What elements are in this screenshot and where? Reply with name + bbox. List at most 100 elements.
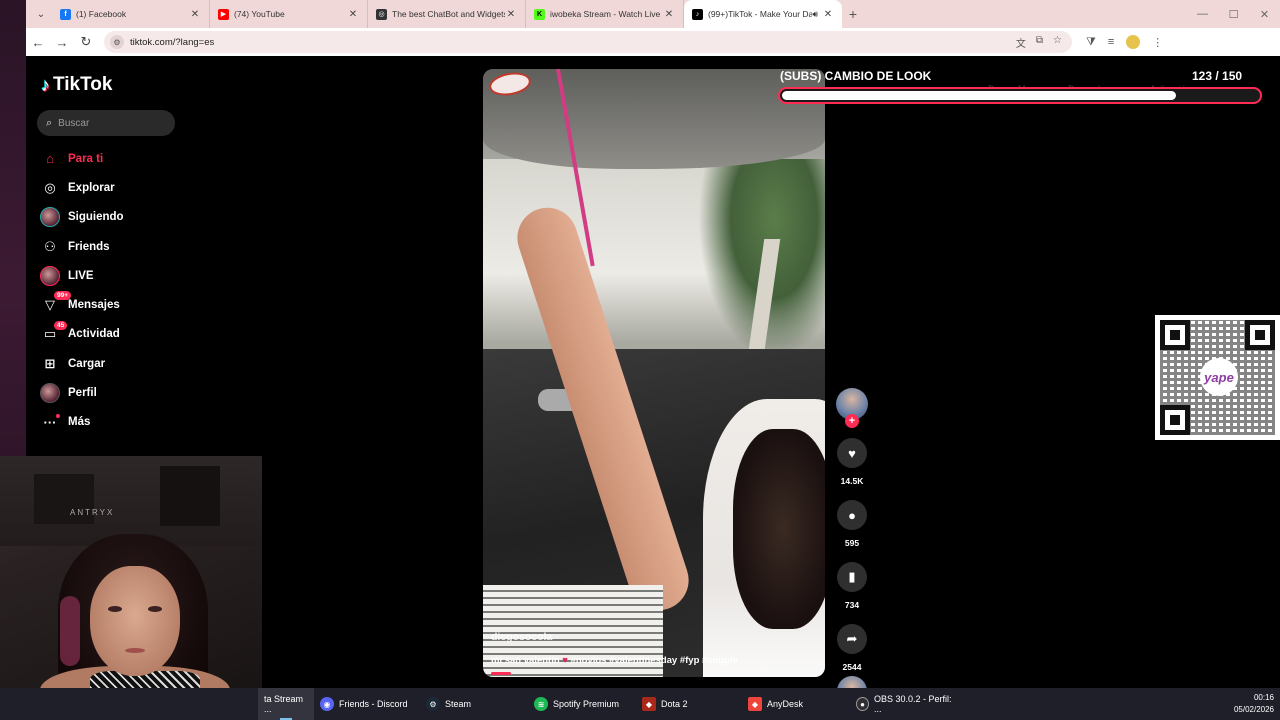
video-progress-bar[interactable] xyxy=(491,672,511,675)
close-window-button[interactable]: ✕ xyxy=(1249,0,1280,28)
chair-brand: ANTRYX xyxy=(70,508,115,517)
sidebar-item-label: LIVE xyxy=(68,269,94,282)
save-button[interactable]: ▮ xyxy=(837,562,867,592)
comment-count: 595 xyxy=(844,538,860,548)
heart-icon: ♥ xyxy=(848,445,856,461)
search-input[interactable] xyxy=(58,117,159,129)
comment-icon: ● xyxy=(848,507,856,523)
comment-button[interactable]: ● xyxy=(837,500,867,530)
share-button[interactable]: ➦ xyxy=(837,624,867,654)
profile-avatar xyxy=(40,383,60,404)
close-icon[interactable]: ✕ xyxy=(663,9,675,20)
sidebar-item-mensajes[interactable]: ▽ 99+ Mensajes xyxy=(40,290,190,319)
sidebar-item-para-ti[interactable]: ⌂ Para ti xyxy=(40,144,190,173)
taskbar-label: OBS 30.0.2 - Perfil: ... xyxy=(873,694,952,714)
browser-menu-icon[interactable]: ⋮ xyxy=(1152,36,1163,49)
webcam-feed: ANTRYX xyxy=(0,456,262,688)
qr-finder-pattern xyxy=(1160,320,1190,350)
like-count: 14.5K xyxy=(840,476,864,486)
system-clock[interactable]: 00:16 05/02/2026 xyxy=(1234,692,1274,716)
taskbar-item-steam[interactable]: ⚙ Steam xyxy=(420,688,528,720)
taskbar-item-dota[interactable]: ◆ Dota 2 xyxy=(636,688,742,720)
taskbar: ta Stream ... ◉ Friends - Discord ⚙ Stea… xyxy=(0,688,1280,720)
tab-title: (1) Facebook xyxy=(76,9,127,19)
tab-title: iwobeka Stream - Watch Live o xyxy=(550,9,663,19)
bookmark-star-icon[interactable]: ☆ xyxy=(1053,35,1062,50)
sidebar-item-label: Cargar xyxy=(68,357,106,370)
friends-icon: ⚇ xyxy=(44,238,56,254)
streamer-face xyxy=(90,566,180,676)
video-ceiling xyxy=(483,69,825,169)
minimize-button[interactable]: — xyxy=(1187,0,1218,28)
sidebar-item-explorar[interactable]: ◎ Explorar xyxy=(40,173,190,202)
sidebar-item-mas[interactable]: ··· Más xyxy=(40,408,190,437)
qr-finder-pattern xyxy=(1160,405,1190,435)
home-icon: ⌂ xyxy=(46,151,54,167)
taskbar-item-anydesk[interactable]: ◆ AnyDesk xyxy=(742,688,850,720)
new-tab-button[interactable]: + xyxy=(842,6,864,22)
taskbar-item-browser[interactable]: ta Stream ... xyxy=(258,688,314,720)
goal-progress-bar xyxy=(778,87,1262,104)
live-avatar xyxy=(40,265,60,286)
sidebar-item-actividad[interactable]: ▭ 45 Actividad xyxy=(40,320,190,349)
following-avatar xyxy=(40,207,60,228)
speaker-icon[interactable]: 🔊︎ xyxy=(812,9,818,20)
tiktok-logo[interactable]: ♪ TikTok xyxy=(41,74,112,96)
tab-search-button[interactable]: ⌄ xyxy=(30,5,52,23)
like-button[interactable]: ♥ xyxy=(837,438,867,468)
sidebar-item-cargar[interactable]: ⊞ Cargar xyxy=(40,349,190,378)
tab-facebook[interactable]: f (1) Facebook ✕ xyxy=(52,0,210,28)
clock-date: 05/02/2026 xyxy=(1233,705,1274,714)
translate-icon[interactable]: 文 xyxy=(1016,35,1026,50)
taskbar-label: Spotify Premium xyxy=(553,699,620,709)
close-icon[interactable]: ✕ xyxy=(189,9,201,20)
search-box[interactable]: ⌕ xyxy=(37,110,175,136)
tab-tiktok[interactable]: ♪ (99+)TikTok - Make Your Da 🔊︎ ✕ xyxy=(684,0,842,28)
taskbar-item-obs[interactable]: ● OBS 30.0.2 - Perfil: ... xyxy=(850,688,960,720)
anydesk-icon: ◆ xyxy=(748,697,762,711)
tab-chatbot[interactable]: ◎ The best ChatBot and Widgets ✕ xyxy=(368,0,526,28)
site-info-icon[interactable]: ⚙ xyxy=(110,35,124,49)
notification-dot xyxy=(56,413,60,418)
share-count: 2544 xyxy=(842,662,862,672)
video-author[interactable]: diegosocola xyxy=(491,631,552,643)
author-avatar[interactable]: + xyxy=(836,388,868,428)
sidebar-item-friends[interactable]: ⚇ Friends xyxy=(40,232,190,261)
media-control-icon[interactable]: ≡ xyxy=(1108,36,1114,48)
qr-finder-pattern xyxy=(1245,320,1275,350)
tab-kick-stream[interactable]: K iwobeka Stream - Watch Live o ✕ xyxy=(526,0,684,28)
youtube-icon: ▶ xyxy=(218,8,229,20)
install-app-icon[interactable]: ⧉ xyxy=(1036,35,1043,50)
close-icon[interactable]: ✕ xyxy=(505,9,517,20)
goal-current: 123 xyxy=(1192,69,1213,83)
close-icon[interactable]: ✕ xyxy=(347,9,359,20)
taskbar-item-discord[interactable]: ◉ Friends - Discord xyxy=(314,688,420,720)
steam-icon: ⚙ xyxy=(426,697,440,711)
tab-youtube[interactable]: ▶ (74) YouTube ✕ xyxy=(210,0,368,28)
taskbar-item-spotify[interactable]: ≋ Spotify Premium xyxy=(528,688,636,720)
extensions-icon[interactable]: ⧩ xyxy=(1086,36,1096,49)
reload-button[interactable]: ↻ xyxy=(74,34,98,50)
caption-hashtags[interactable]: #novios #valentinesday #fyp #couple xyxy=(571,655,738,666)
sidebar-item-live[interactable]: LIVE xyxy=(40,261,190,290)
sidebar-nav: ⌂ Para ti ◎ Explorar Siguiendo ⚇ Friends… xyxy=(40,144,190,437)
spotify-icon: ≋ xyxy=(534,697,548,711)
follow-plus-icon[interactable]: + xyxy=(845,414,859,428)
browser-toolbar: ← → ↻ ⚙ tiktok.com/?lang=es 文 ⧉ ☆ ⧩ ≡ ⋮ xyxy=(26,28,1280,56)
streamer-hair-highlight xyxy=(60,596,80,666)
sidebar-item-perfil[interactable]: Perfil xyxy=(40,378,190,407)
forward-button[interactable]: → xyxy=(50,35,74,50)
facebook-icon: f xyxy=(60,8,71,20)
sidebar-item-siguiendo[interactable]: Siguiendo xyxy=(40,203,190,232)
maximize-button[interactable]: ☐ xyxy=(1218,0,1249,28)
streamer-mouth xyxy=(125,648,145,653)
close-icon[interactable]: ✕ xyxy=(822,9,834,20)
sidebar-item-label: Más xyxy=(68,416,91,429)
video-player[interactable]: diegosocola mi san valentín ♥ #novios #v… xyxy=(483,69,825,677)
address-bar[interactable]: ⚙ tiktok.com/?lang=es 文 ⧉ ☆ xyxy=(104,31,1072,53)
profile-avatar[interactable] xyxy=(1126,35,1141,49)
sidebar-item-label: Siguiendo xyxy=(68,211,124,224)
clock-time: 00:16 xyxy=(1253,693,1274,702)
back-button[interactable]: ← xyxy=(26,35,50,50)
video-actions: + ♥ 14.5K ● 595 ▮ 734 ➦ 2544 xyxy=(834,388,870,706)
